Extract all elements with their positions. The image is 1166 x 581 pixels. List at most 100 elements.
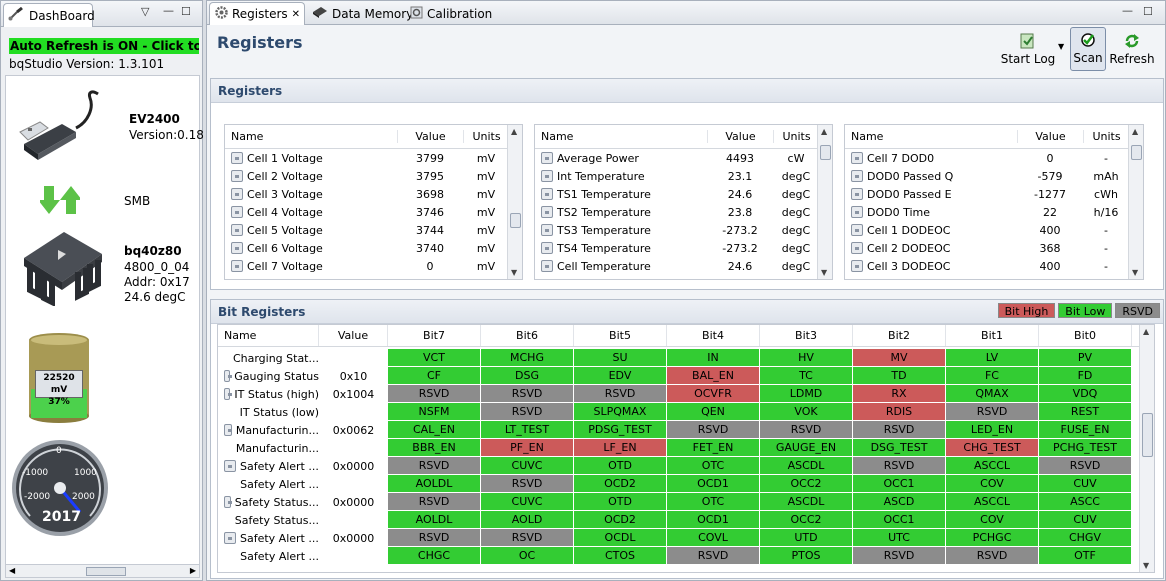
bit-cell[interactable]: PDSG_TEST	[574, 421, 667, 439]
lock-icon[interactable]	[224, 460, 236, 472]
lock-icon[interactable]	[231, 170, 243, 182]
bit-cell[interactable]: RSVD	[388, 493, 481, 511]
bit-cell[interactable]: RSVD	[481, 403, 574, 421]
bit-register-row[interactable]: Safety Alert ... 0x0000 RSVD CUVC OTD OTC ASCD…	[218, 457, 1140, 475]
lock-icon[interactable]	[851, 224, 863, 236]
scroll-up-icon[interactable]: ▲	[1132, 127, 1138, 136]
bit-cell[interactable]: LDMD	[760, 385, 853, 403]
scan-button[interactable]: Scan	[1070, 27, 1106, 71]
bit-cell[interactable]: CUVC	[481, 493, 574, 511]
bit-cell[interactable]: OTF	[1039, 547, 1132, 565]
bit-cell[interactable]: RSVD	[853, 457, 946, 475]
lock-icon[interactable]	[541, 224, 553, 236]
auto-refresh-button[interactable]: Auto Refresh is ON - Click to Turn	[9, 38, 199, 54]
bit-cell[interactable]: OCC2	[760, 511, 853, 529]
tab-registers[interactable]: Registers ✕	[209, 2, 305, 25]
lock-icon[interactable]	[231, 188, 243, 200]
bit-register-row[interactable]: Safety Alert ... AOLDL RSVD OCD2 OCD1 OCC2 OCC…	[218, 475, 1140, 493]
bit-cell[interactable]: ASCDL	[760, 457, 853, 475]
lock-icon[interactable]	[231, 260, 243, 272]
register-row[interactable]: Cell 1 DODEOC 400 -	[845, 221, 1129, 239]
bit-cell[interactable]: RSVD	[946, 403, 1039, 421]
bit-cell[interactable]: MV	[853, 349, 946, 367]
bit-cell[interactable]: PCHG_TEST	[1039, 439, 1132, 457]
bit-cell[interactable]: COV	[946, 475, 1039, 493]
column-name[interactable]: Name	[535, 130, 707, 143]
scroll-up-icon[interactable]: ▲	[821, 127, 827, 136]
bit-cell[interactable]: RSVD	[946, 547, 1039, 565]
register-row[interactable]: Cell 2 Voltage 3795 mV	[225, 167, 509, 185]
bit-cell[interactable]: LV	[946, 349, 1039, 367]
bit-column-header[interactable]: Bit3	[760, 325, 853, 346]
bit-cell[interactable]: RX	[853, 385, 946, 403]
bit-cell[interactable]: VOK	[760, 403, 853, 421]
bit-cell[interactable]: CHGC	[388, 547, 481, 565]
column-units[interactable]: Units	[1083, 130, 1129, 143]
bit-cell[interactable]: OCD2	[574, 475, 667, 493]
lock-icon[interactable]	[851, 188, 863, 200]
column-value[interactable]: Value	[397, 130, 463, 143]
register-row[interactable]: Cell 3 DODEOC 400 -	[845, 257, 1129, 275]
lock-icon[interactable]	[851, 152, 863, 164]
bit-cell[interactable]: DSG	[481, 367, 574, 385]
bit-cell[interactable]: BBR_EN	[388, 439, 481, 457]
bit-cell[interactable]: ASCC	[1039, 493, 1132, 511]
bit-register-row[interactable]: Safety Alert ... 0x0000 RSVD RSVD OCDL COVL UT…	[218, 529, 1140, 547]
bit-cell[interactable]: OCD1	[667, 511, 760, 529]
register-row[interactable]: Cell 2 DODEOC 368 -	[845, 239, 1129, 257]
lock-icon[interactable]	[541, 242, 553, 254]
dashboard-horizontal-scrollbar[interactable]: ◀ ▶	[5, 564, 200, 578]
refresh-button[interactable]: Refresh	[1109, 27, 1155, 71]
scroll-down-icon[interactable]: ▼	[1132, 268, 1138, 277]
column-units[interactable]: Units	[463, 130, 509, 143]
bit-cell[interactable]: ASCCL	[946, 493, 1039, 511]
bit-cell[interactable]: OCD1	[667, 475, 760, 493]
register-row[interactable]: DOD0 Passed Q -579 mAh	[845, 167, 1129, 185]
bit-cell[interactable]: FET_EN	[667, 439, 760, 457]
bit-cell[interactable]: RDIS	[853, 403, 946, 421]
scroll-thumb[interactable]	[1142, 413, 1153, 457]
column-units[interactable]: Units	[773, 130, 819, 143]
bit-cell[interactable]: OC	[481, 547, 574, 565]
maximize-icon[interactable]: ☐	[181, 5, 191, 18]
lock-icon[interactable]	[851, 170, 863, 182]
bit-cell[interactable]: RSVD	[481, 385, 574, 403]
bit-cell[interactable]: OTD	[574, 457, 667, 475]
bit-cell[interactable]: CTOS	[574, 547, 667, 565]
bit-cell[interactable]: SU	[574, 349, 667, 367]
bit-cell[interactable]: RSVD	[853, 421, 946, 439]
register-row[interactable]: Cell Temperature 24.6 degC	[535, 257, 819, 275]
bit-table-scrollbar[interactable]: ▲ ▼	[1139, 325, 1154, 572]
bit-cell[interactable]: AOLDL	[388, 511, 481, 529]
close-icon[interactable]: ✕	[292, 9, 300, 20]
scroll-right-icon[interactable]: ▶	[190, 566, 196, 575]
bit-cell[interactable]: OCC1	[853, 475, 946, 493]
chevron-down-icon[interactable]: ▼	[1058, 42, 1064, 51]
register-table-scrollbar[interactable]: ▲ ▼	[507, 125, 522, 279]
bit-cell[interactable]: CAL_EN	[388, 421, 481, 439]
bit-cell[interactable]: RSVD	[388, 529, 481, 547]
bit-cell[interactable]: RSVD	[760, 421, 853, 439]
bit-cell[interactable]: COVL	[667, 529, 760, 547]
bit-cell[interactable]: CHGV	[1039, 529, 1132, 547]
bit-cell[interactable]: PF_EN	[481, 439, 574, 457]
bit-cell[interactable]: RSVD	[853, 547, 946, 565]
bit-column-header[interactable]: Bit2	[853, 325, 946, 346]
register-table-scrollbar[interactable]: ▲ ▼	[1128, 125, 1143, 279]
bit-cell[interactable]: SLPQMAX	[574, 403, 667, 421]
lock-icon[interactable]	[541, 260, 553, 272]
bit-cell[interactable]: IN	[667, 349, 760, 367]
bit-cell[interactable]: RSVD	[388, 457, 481, 475]
scroll-down-icon[interactable]: ▼	[1143, 561, 1149, 570]
bit-cell[interactable]: OCC1	[853, 511, 946, 529]
column-value[interactable]: Value	[1017, 130, 1083, 143]
column-name[interactable]: Name	[225, 130, 397, 143]
bit-column-header[interactable]: Bit1	[946, 325, 1039, 346]
bit-cell[interactable]: HV	[760, 349, 853, 367]
bit-cell[interactable]: ASCCL	[946, 457, 1039, 475]
bit-cell[interactable]: CUV	[1039, 511, 1132, 529]
column-name[interactable]: Name	[845, 130, 1017, 143]
register-table-scrollbar[interactable]: ▲ ▼	[817, 125, 832, 279]
bit-cell[interactable]: CUV	[1039, 475, 1132, 493]
bit-cell[interactable]: RSVD	[667, 421, 760, 439]
